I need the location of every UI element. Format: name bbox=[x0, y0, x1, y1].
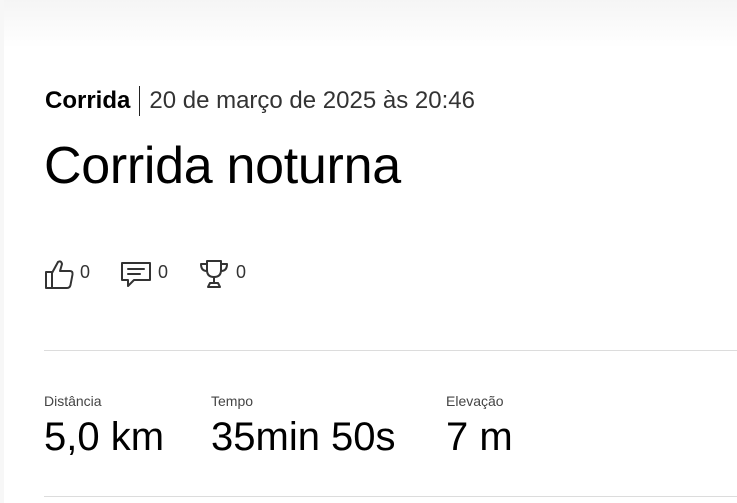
sport-type: Corrida bbox=[45, 86, 141, 116]
activity-card: Corrida 20 de março de 2025 às 20:46 Cor… bbox=[4, 0, 737, 503]
stat-distance: Distância 5,0 km bbox=[44, 392, 211, 460]
top-fade bbox=[4, 0, 737, 48]
stat-label: Elevação bbox=[446, 393, 504, 409]
divider-top bbox=[44, 350, 737, 351]
comment-icon bbox=[120, 259, 152, 289]
stat-value: 5,0 km bbox=[44, 415, 165, 459]
stat-value: 7 m bbox=[446, 415, 513, 459]
achievements-count: 0 bbox=[236, 261, 247, 282]
reactions-bar: 0 0 0 bbox=[44, 258, 276, 290]
stat-label: Tempo bbox=[211, 393, 254, 409]
divider-bottom bbox=[44, 496, 737, 497]
achievements-button[interactable]: 0 bbox=[198, 258, 246, 290]
stat-time: Tempo 35min 50s bbox=[211, 392, 446, 460]
stats-row: Distância 5,0 km Tempo 35min 50s Elevaçã… bbox=[44, 392, 596, 460]
stat-elevation: Elevação 7 m bbox=[446, 392, 596, 460]
stat-label: Distância bbox=[44, 393, 102, 409]
kudos-count: 0 bbox=[80, 261, 91, 282]
kudos-button[interactable]: 0 bbox=[44, 258, 90, 290]
stat-value: 35min 50s bbox=[211, 415, 396, 459]
trophy-icon bbox=[198, 258, 230, 290]
comments-button[interactable]: 0 bbox=[120, 259, 168, 289]
activity-title: Corrida noturna bbox=[44, 137, 401, 195]
activity-meta: Corrida 20 de março de 2025 às 20:46 bbox=[45, 86, 475, 116]
activity-date: 20 de março de 2025 às 20:46 bbox=[149, 87, 475, 114]
thumbs-up-icon bbox=[44, 258, 74, 290]
comments-count: 0 bbox=[158, 261, 169, 282]
